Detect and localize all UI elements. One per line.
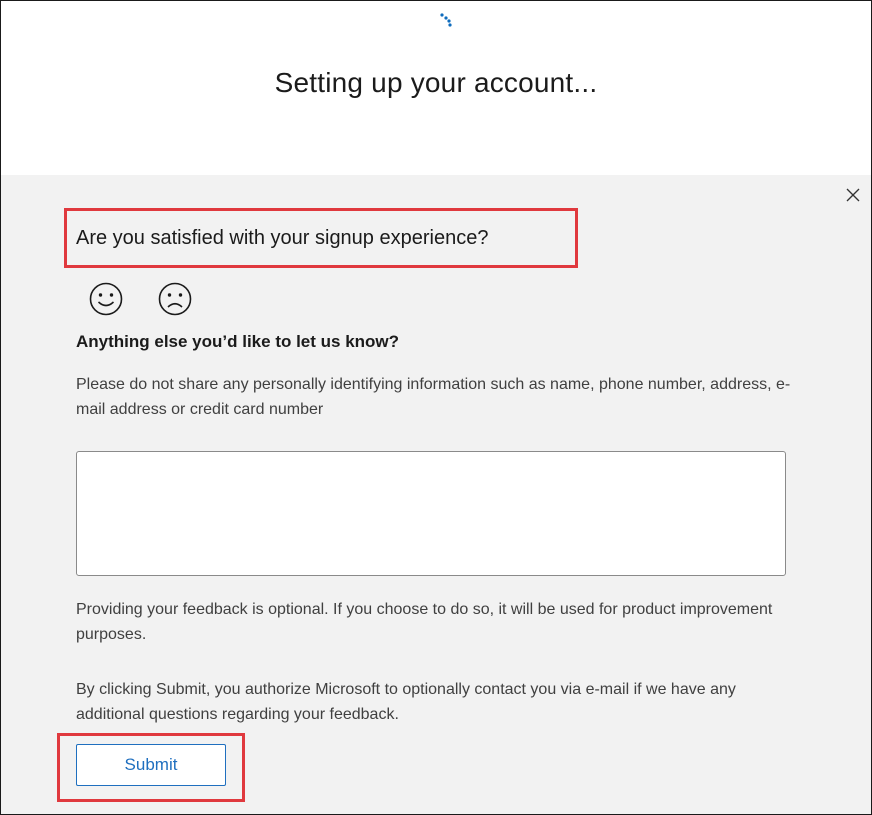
feedback-textarea[interactable] bbox=[76, 451, 786, 576]
optional-notice: Providing your feedback is optional. If … bbox=[76, 601, 773, 643]
loading-spinner-icon bbox=[437, 11, 457, 31]
consent-notice: By clicking Submit, you authorize Micros… bbox=[76, 681, 736, 723]
submit-button[interactable]: Submit bbox=[76, 744, 226, 786]
comment-question: Anything else you’d like to let us know? bbox=[76, 332, 400, 351]
satisfaction-question: Are you satisfied with your signup exper… bbox=[76, 227, 489, 249]
header-area: Setting up your account... bbox=[1, 1, 871, 175]
privacy-notice: Please do not share any personally ident… bbox=[76, 376, 791, 418]
page-title: Setting up your account... bbox=[274, 67, 598, 98]
sad-face-icon[interactable] bbox=[157, 281, 193, 317]
feedback-panel: Are you satisfied with your signup exper… bbox=[1, 175, 871, 814]
signup-window: Setting up your account... Are you satis… bbox=[0, 0, 872, 815]
close-icon[interactable] bbox=[841, 183, 865, 207]
happy-face-icon[interactable] bbox=[88, 281, 124, 317]
